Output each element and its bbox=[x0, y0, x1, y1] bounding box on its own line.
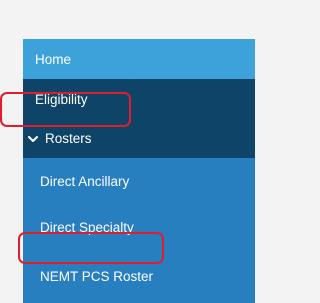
sidebar-subitem-direct-specialty[interactable]: Direct Specialty bbox=[23, 204, 255, 250]
chevron-down-icon bbox=[27, 133, 39, 145]
sidebar-item-rosters[interactable]: Rosters bbox=[23, 119, 255, 158]
sidebar-item-label: NEMT PCS Roster bbox=[40, 269, 154, 284]
sidebar-subitem-nemt-pcs-roster[interactable]: NEMT PCS Roster bbox=[23, 250, 255, 303]
sidebar-item-label: Rosters bbox=[45, 131, 92, 146]
sidebar-item-label: Eligibility bbox=[35, 91, 88, 107]
sidebar-subitem-direct-ancillary[interactable]: Direct Ancillary bbox=[23, 158, 255, 204]
page-background bbox=[0, 0, 23, 303]
sidebar-item-label: Direct Ancillary bbox=[40, 173, 130, 189]
sidebar-item-label: Home bbox=[35, 51, 72, 67]
sidebar-item-label: Direct Specialty bbox=[40, 219, 134, 235]
sidebar-menu: Home Eligibility Rosters Direct Ancillar… bbox=[23, 39, 255, 303]
screen: Home Eligibility Rosters Direct Ancillar… bbox=[0, 0, 267, 303]
sidebar-item-home[interactable]: Home bbox=[23, 39, 255, 79]
sidebar-item-eligibility[interactable]: Eligibility bbox=[23, 79, 255, 119]
